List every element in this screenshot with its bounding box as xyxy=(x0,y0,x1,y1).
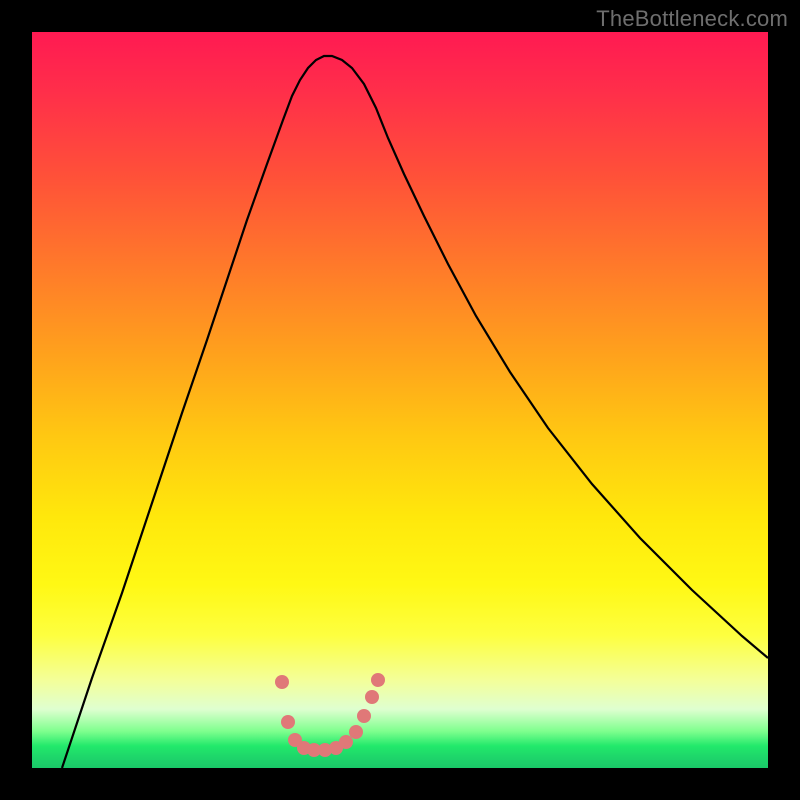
bottleneck-curve xyxy=(62,56,768,768)
marker-dot xyxy=(339,735,353,749)
chart-frame: TheBottleneck.com xyxy=(0,0,800,800)
marker-dot xyxy=(349,725,363,739)
curve-path xyxy=(62,56,768,768)
marker-dot xyxy=(365,690,379,704)
marker-dot xyxy=(281,715,295,729)
bottom-dots xyxy=(275,673,385,757)
marker-dot xyxy=(371,673,385,687)
marker-dot xyxy=(357,709,371,723)
plot-area xyxy=(32,32,768,768)
watermark-text: TheBottleneck.com xyxy=(596,6,788,32)
marker-dot xyxy=(275,675,289,689)
curve-svg xyxy=(32,32,768,768)
